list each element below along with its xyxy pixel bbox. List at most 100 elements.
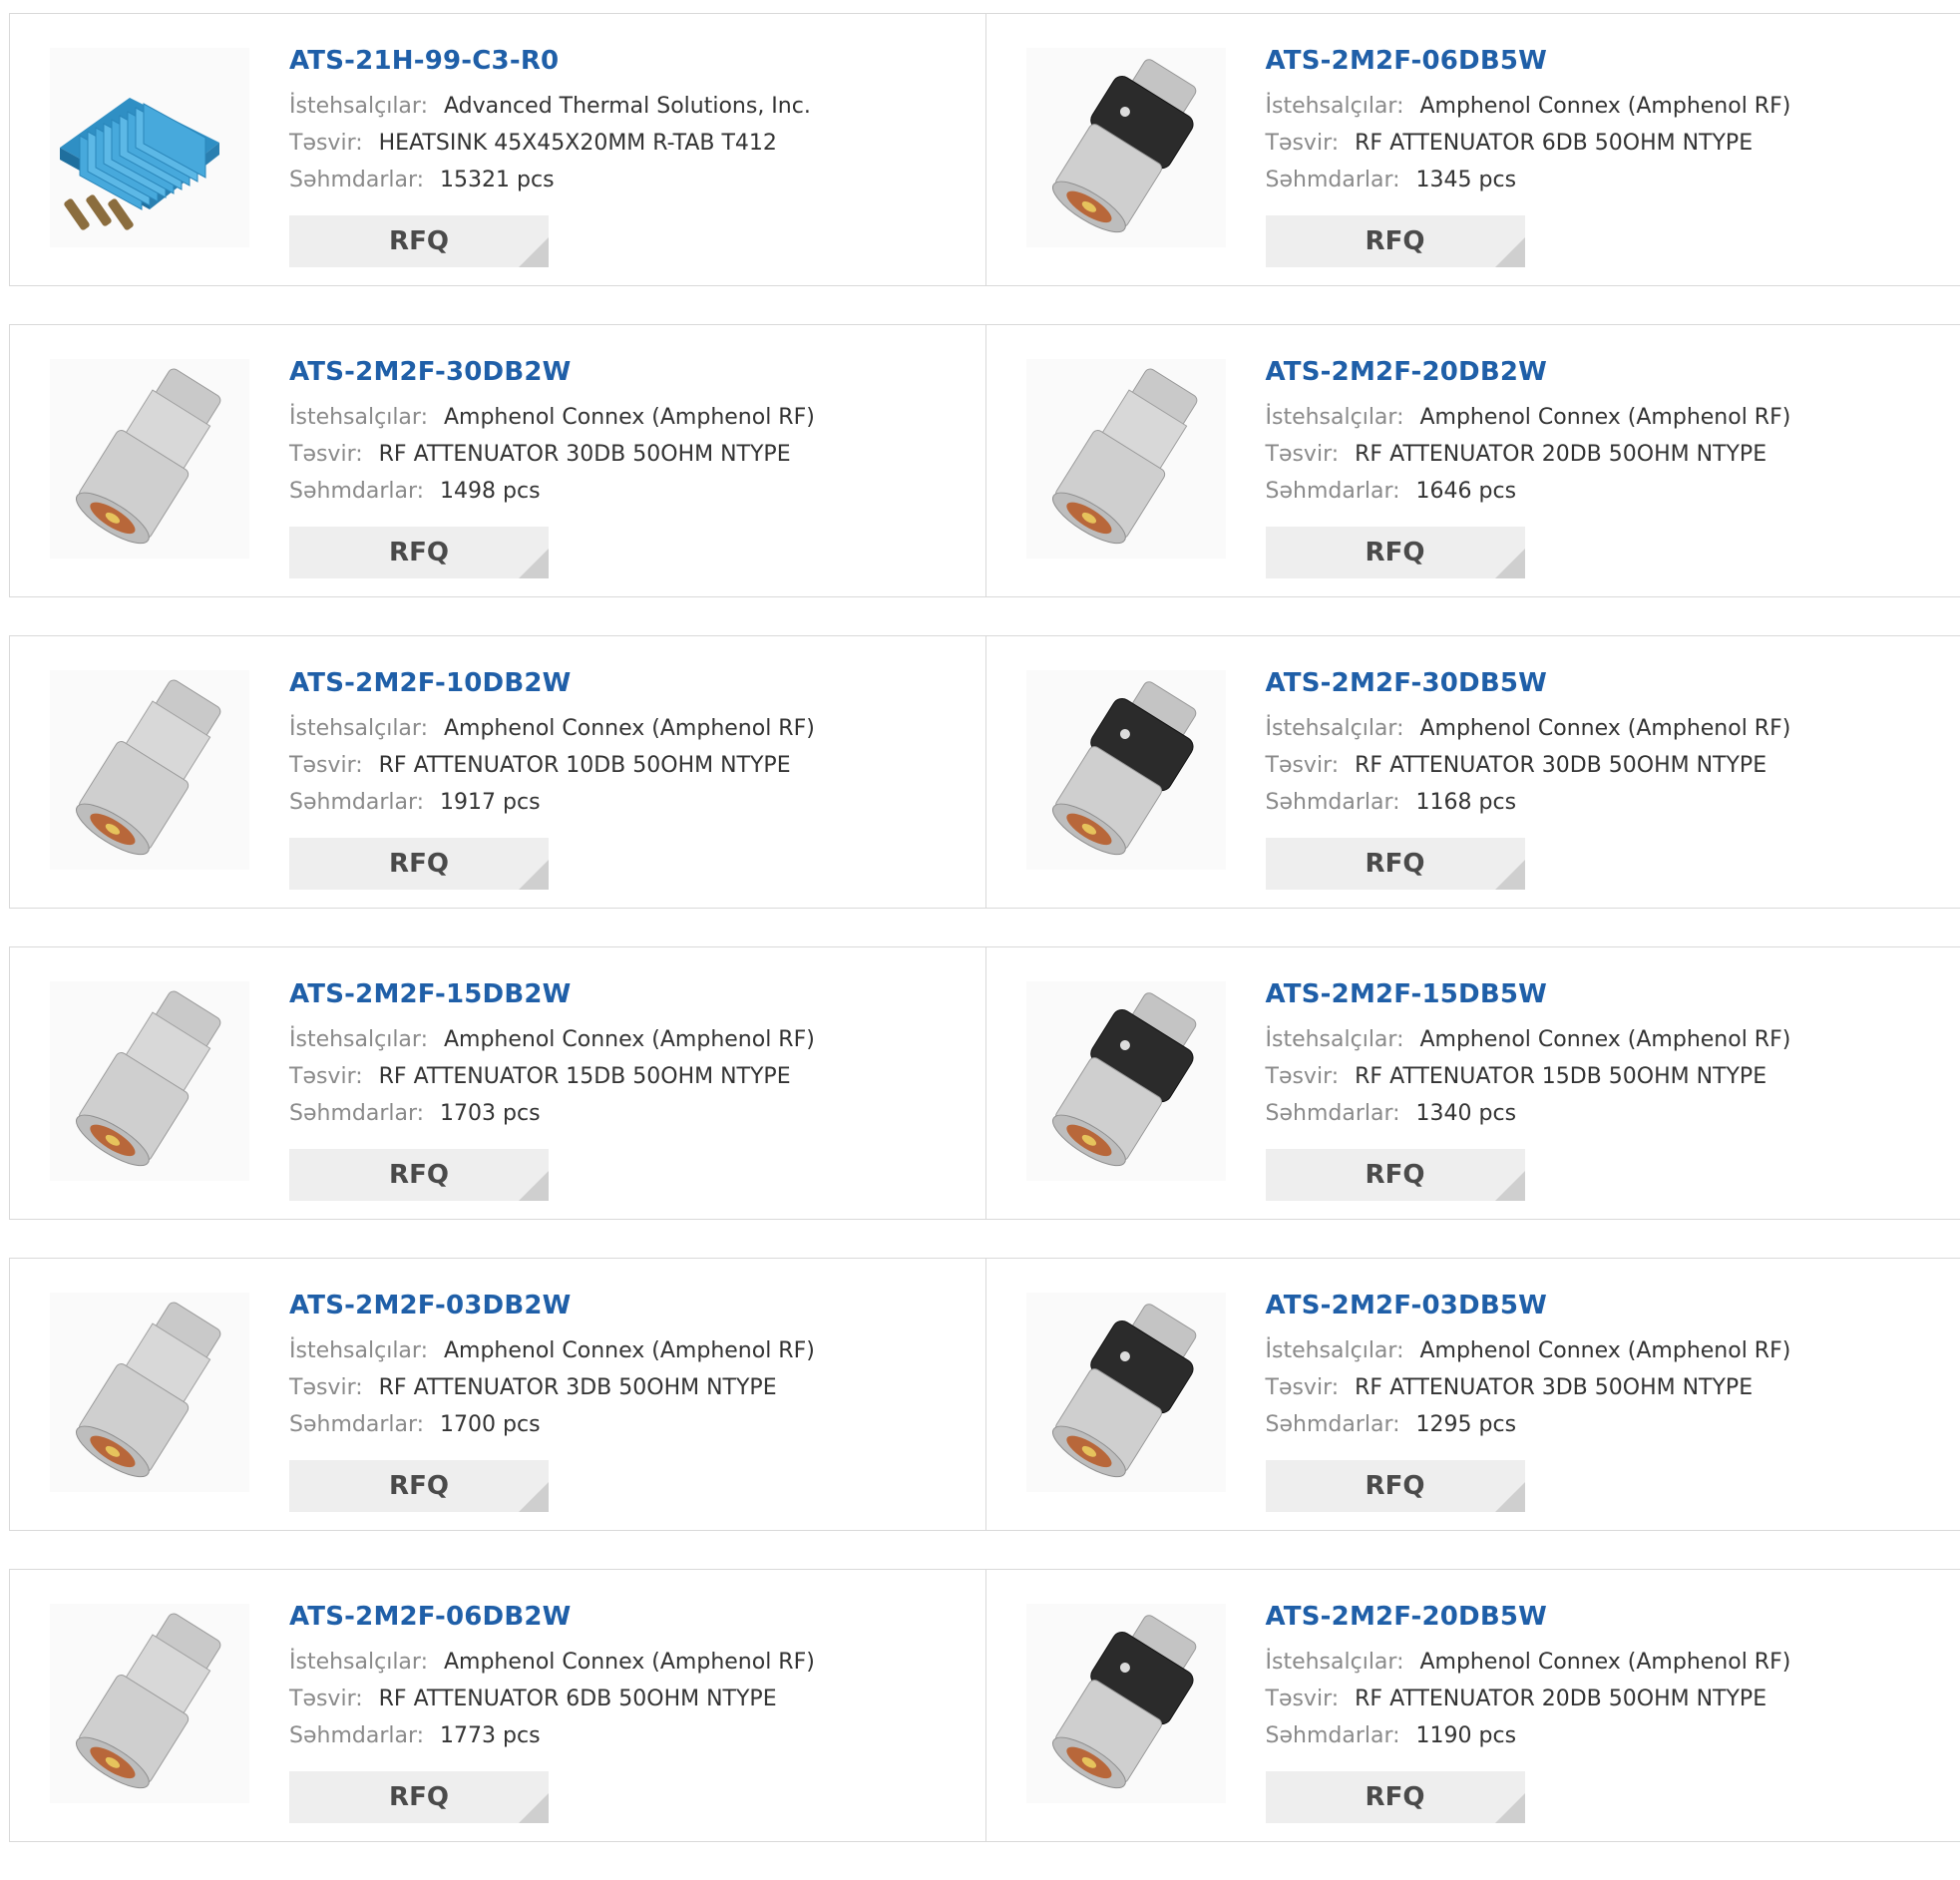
- manufacturer-value: Amphenol Connex (Amphenol RF): [444, 1338, 815, 1363]
- manufacturer-label: İstehsalçılar:: [1266, 1650, 1404, 1675]
- stock-label: Səhmdarlar:: [289, 1723, 424, 1748]
- product-row: ATS-2M2F-30DB2W İstehsalçılar:Amphenol C…: [9, 324, 1960, 597]
- manufacturer-row: İstehsalçılar:Amphenol Connex (Amphenol …: [289, 1332, 948, 1369]
- part-number-link[interactable]: ATS-2M2F-10DB2W: [289, 666, 948, 700]
- rfq-button[interactable]: RFQ: [289, 215, 549, 267]
- description-value: RF ATTENUATOR 3DB 50OHM NTYPE: [1355, 1375, 1753, 1400]
- part-number-link[interactable]: ATS-2M2F-06DB5W: [1266, 44, 1924, 78]
- rfq-corner-decoration: [519, 237, 549, 267]
- manufacturer-label: İstehsalçılar:: [1266, 1027, 1404, 1052]
- manufacturer-value: Amphenol Connex (Amphenol RF): [1419, 1338, 1790, 1363]
- description-row: Təsvir:RF ATTENUATOR 20DB 50OHM NTYPE: [1266, 436, 1924, 473]
- part-number-link[interactable]: ATS-2M2F-15DB5W: [1266, 977, 1924, 1011]
- description-row: Təsvir:RF ATTENUATOR 3DB 50OHM NTYPE: [289, 1369, 948, 1406]
- rfq-button[interactable]: RFQ: [289, 1149, 549, 1201]
- manufacturer-row: İstehsalçılar:Amphenol Connex (Amphenol …: [1266, 399, 1924, 436]
- part-number-link[interactable]: ATS-2M2F-06DB2W: [289, 1600, 948, 1634]
- product-card: ATS-2M2F-03DB2W İstehsalçılar:Amphenol C…: [10, 1259, 985, 1530]
- product-image[interactable]: [50, 48, 249, 247]
- rfq-button[interactable]: RFQ: [289, 838, 549, 890]
- product-card: ATS-2M2F-06DB2W İstehsalçılar:Amphenol C…: [10, 1570, 985, 1841]
- heatsink-image: [50, 48, 249, 247]
- manufacturer-value: Amphenol Connex (Amphenol RF): [1419, 1027, 1790, 1052]
- product-row: ATS-2M2F-10DB2W İstehsalçılar:Amphenol C…: [9, 635, 1960, 909]
- part-number-link[interactable]: ATS-2M2F-30DB2W: [289, 355, 948, 389]
- stock-value: 1340 pcs: [1416, 1101, 1517, 1126]
- product-info: ATS-2M2F-03DB2W İstehsalçılar:Amphenol C…: [289, 1289, 948, 1443]
- rfq-corner-decoration: [519, 1793, 549, 1823]
- rfq-button[interactable]: RFQ: [1266, 1149, 1525, 1201]
- product-image[interactable]: [50, 1604, 249, 1803]
- rfq-label: RFQ: [389, 1782, 449, 1812]
- rfq-label: RFQ: [389, 849, 449, 879]
- product-row: ATS-2M2F-06DB2W İstehsalçılar:Amphenol C…: [9, 1569, 1960, 1842]
- product-grid: ATS-21H-99-C3-R0 İstehsalçılar:Advanced …: [9, 13, 1960, 1880]
- rfq-button[interactable]: RFQ: [289, 1460, 549, 1512]
- stock-row: Səhmdarlar:1498 pcs: [289, 473, 948, 510]
- product-image[interactable]: [1026, 359, 1226, 559]
- rfq-button[interactable]: RFQ: [1266, 527, 1525, 578]
- product-image[interactable]: [1026, 48, 1226, 247]
- product-image[interactable]: [1026, 981, 1226, 1181]
- attenuator-silver-image: [50, 359, 249, 559]
- rfq-corner-decoration: [519, 1482, 549, 1512]
- stock-value: 1345 pcs: [1416, 168, 1517, 192]
- attenuator-black-image: [1026, 1604, 1226, 1803]
- description-value: RF ATTENUATOR 30DB 50OHM NTYPE: [1355, 753, 1766, 778]
- description-row: Təsvir:RF ATTENUATOR 20DB 50OHM NTYPE: [1266, 1681, 1924, 1717]
- description-row: Təsvir: RF ATTENUATOR 30DB 50OHM NTYPE: [289, 436, 948, 473]
- part-number-link[interactable]: ATS-2M2F-03DB2W: [289, 1289, 948, 1322]
- product-card: ATS-2M2F-15DB5W İstehsalçılar: Amphenol C…: [985, 947, 1960, 1219]
- product-image[interactable]: [1026, 1604, 1226, 1803]
- product-card: ATS-2M2F-30DB2W İstehsalçılar:Amphenol C…: [10, 325, 985, 596]
- product-image[interactable]: [50, 981, 249, 1181]
- rfq-button[interactable]: RFQ: [1266, 215, 1525, 267]
- part-number-link[interactable]: ATS-2M2F-03DB5W: [1266, 1289, 1924, 1322]
- product-row: ATS-21H-99-C3-R0 İstehsalçılar:Advanced …: [9, 13, 1960, 286]
- stock-row: Səhmdarlar:1773 pcs: [289, 1717, 948, 1754]
- description-row: Təsvir:RF ATTENUATOR 6DB 50OHM NTYPE: [289, 1681, 948, 1717]
- rfq-label: RFQ: [389, 1471, 449, 1501]
- description-value: RF ATTENUATOR 30DB 50OHM NTYPE: [379, 442, 791, 467]
- rfq-button[interactable]: RFQ: [289, 527, 549, 578]
- stock-value: 1295 pcs: [1416, 1412, 1517, 1437]
- product-info: ATS-2M2F-06DB5W İstehsalçılar:Amphenol C…: [1266, 44, 1924, 198]
- part-number-link[interactable]: ATS-2M2F-15DB2W: [289, 977, 948, 1011]
- rfq-button[interactable]: RFQ: [1266, 1771, 1525, 1823]
- description-row: Təsvir:RF ATTENUATOR 6DB 50OHM NTYPE: [1266, 125, 1924, 162]
- product-card: ATS-2M2F-20DB2W İstehsalçılar:Amphenol C…: [985, 325, 1960, 596]
- product-image[interactable]: [50, 1293, 249, 1492]
- product-image[interactable]: [1026, 1293, 1226, 1492]
- description-label: Təsvir:: [1266, 753, 1340, 778]
- product-image[interactable]: [50, 359, 249, 559]
- product-image[interactable]: [50, 670, 249, 870]
- product-image[interactable]: [1026, 670, 1226, 870]
- description-label: Təsvir:: [289, 442, 363, 467]
- part-number-link[interactable]: ATS-2M2F-20DB5W: [1266, 1600, 1924, 1634]
- rfq-label: RFQ: [389, 226, 449, 256]
- stock-row: Səhmdarlar:1646 pcs: [1266, 473, 1924, 510]
- product-card: ATS-2M2F-15DB2W İstehsalçılar:Amphenol C…: [10, 947, 985, 1219]
- description-label: Təsvir:: [289, 1687, 363, 1711]
- rfq-button[interactable]: RFQ: [1266, 838, 1525, 890]
- description-value: HEATSINK 45X45X20MM R-TAB T412: [379, 131, 777, 156]
- rfq-label: RFQ: [389, 538, 449, 567]
- description-label: Təsvir:: [289, 131, 363, 156]
- product-info: ATS-2M2F-15DB5W İstehsalçılar: Amphenol C…: [1266, 977, 1924, 1132]
- rfq-button[interactable]: RFQ: [289, 1771, 549, 1823]
- stock-label: Səhmdarlar:: [1266, 1101, 1400, 1126]
- attenuator-black-image: [1026, 670, 1226, 870]
- rfq-button[interactable]: RFQ: [1266, 1460, 1525, 1512]
- description-value: RF ATTENUATOR 15DB 50OHM NTYPE: [1355, 1064, 1766, 1089]
- part-number-link[interactable]: ATS-2M2F-30DB5W: [1266, 666, 1924, 700]
- part-number-link[interactable]: ATS-21H-99-C3-R0: [289, 44, 948, 78]
- rfq-label: RFQ: [1366, 1782, 1425, 1812]
- rfq-label: RFQ: [1366, 226, 1425, 256]
- description-value: RF ATTENUATOR 10DB 50OHM NTYPE: [379, 753, 791, 778]
- stock-value: 1646 pcs: [1416, 479, 1517, 504]
- rfq-label: RFQ: [389, 1160, 449, 1190]
- part-number-link[interactable]: ATS-2M2F-20DB2W: [1266, 355, 1924, 389]
- manufacturer-label: İstehsalçılar:: [289, 405, 428, 430]
- stock-value: 1498 pcs: [440, 479, 541, 504]
- stock-label: Səhmdarlar:: [289, 1101, 424, 1126]
